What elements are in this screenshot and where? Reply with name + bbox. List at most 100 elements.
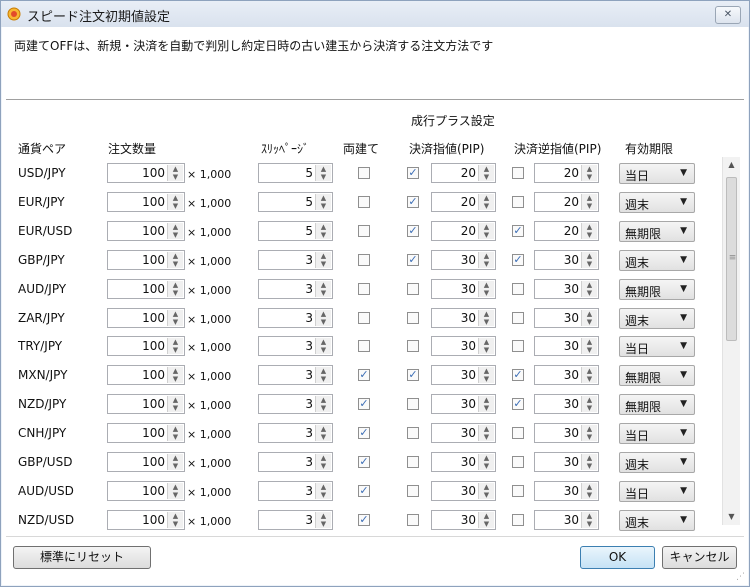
quantity-stepper[interactable]: 100 ▲ ▼ <box>107 394 185 414</box>
spinner-arrows-icon[interactable]: ▲ ▼ <box>167 454 183 470</box>
quantity-stepper[interactable]: 100 ▲ ▼ <box>107 163 185 183</box>
spinner-arrows-icon[interactable]: ▲ ▼ <box>478 194 494 210</box>
expiry-select[interactable]: 週末 ▼ <box>619 510 695 531</box>
stop-checkbox[interactable]: ✓ <box>512 254 524 266</box>
limit-pips-stepper[interactable]: 20 ▲ ▼ <box>431 163 496 183</box>
limit-pips-stepper[interactable]: 30 ▲ ▼ <box>431 279 496 299</box>
quantity-stepper[interactable]: 100 ▲ ▼ <box>107 192 185 212</box>
slippage-stepper[interactable]: 3 ▲ ▼ <box>258 308 333 328</box>
limit-checkbox[interactable] <box>407 312 419 324</box>
limit-pips-stepper[interactable]: 20 ▲ ▼ <box>431 192 496 212</box>
spinner-arrows-icon[interactable]: ▲ ▼ <box>581 338 597 354</box>
spinner-arrows-icon[interactable]: ▲ ▼ <box>315 338 331 354</box>
hedge-checkbox[interactable]: ✓ <box>358 369 370 381</box>
stop-checkbox[interactable] <box>512 514 524 526</box>
stop-checkbox[interactable]: ✓ <box>512 225 524 237</box>
spinner-arrows-icon[interactable]: ▲ ▼ <box>581 483 597 499</box>
spinner-arrows-icon[interactable]: ▲ ▼ <box>167 223 183 239</box>
vertical-scrollbar[interactable]: ▲ ≡ ▼ <box>722 157 740 525</box>
limit-checkbox[interactable]: ✓ <box>407 254 419 266</box>
hedge-checkbox[interactable]: ✓ <box>358 398 370 410</box>
spinner-arrows-icon[interactable]: ▲ ▼ <box>315 165 331 181</box>
resize-grip-icon[interactable]: ⋰ <box>736 572 745 582</box>
spinner-arrows-icon[interactable]: ▲ ▼ <box>478 310 494 326</box>
spinner-arrows-icon[interactable]: ▲ ▼ <box>315 281 331 297</box>
spinner-arrows-icon[interactable]: ▲ ▼ <box>167 194 183 210</box>
limit-checkbox[interactable]: ✓ <box>407 225 419 237</box>
slippage-stepper[interactable]: 3 ▲ ▼ <box>258 481 333 501</box>
hedge-checkbox[interactable] <box>358 196 370 208</box>
spinner-arrows-icon[interactable]: ▲ ▼ <box>581 194 597 210</box>
slippage-stepper[interactable]: 3 ▲ ▼ <box>258 279 333 299</box>
stop-checkbox[interactable]: ✓ <box>512 369 524 381</box>
limit-pips-stepper[interactable]: 30 ▲ ▼ <box>431 394 496 414</box>
spinner-arrows-icon[interactable]: ▲ ▼ <box>315 367 331 383</box>
spinner-arrows-icon[interactable]: ▲ ▼ <box>478 338 494 354</box>
spinner-arrows-icon[interactable]: ▲ ▼ <box>581 281 597 297</box>
cancel-button[interactable]: キャンセル <box>662 546 737 569</box>
stop-checkbox[interactable] <box>512 196 524 208</box>
scroll-up-arrow-icon[interactable]: ▲ <box>723 157 740 173</box>
limit-checkbox[interactable] <box>407 283 419 295</box>
spinner-arrows-icon[interactable]: ▲ ▼ <box>167 338 183 354</box>
expiry-select[interactable]: 無期限 ▼ <box>619 365 695 386</box>
spinner-arrows-icon[interactable]: ▲ ▼ <box>478 483 494 499</box>
spinner-arrows-icon[interactable]: ▲ ▼ <box>581 310 597 326</box>
expiry-select[interactable]: 無期限 ▼ <box>619 221 695 242</box>
slippage-stepper[interactable]: 3 ▲ ▼ <box>258 336 333 356</box>
expiry-select[interactable]: 無期限 ▼ <box>619 394 695 415</box>
limit-pips-stepper[interactable]: 20 ▲ ▼ <box>431 221 496 241</box>
spinner-arrows-icon[interactable]: ▲ ▼ <box>167 165 183 181</box>
slippage-stepper[interactable]: 3 ▲ ▼ <box>258 250 333 270</box>
limit-pips-stepper[interactable]: 30 ▲ ▼ <box>431 336 496 356</box>
expiry-select[interactable]: 当日 ▼ <box>619 336 695 357</box>
hedge-checkbox[interactable]: ✓ <box>358 456 370 468</box>
stop-pips-stepper[interactable]: 30 ▲ ▼ <box>534 481 599 501</box>
spinner-arrows-icon[interactable]: ▲ ▼ <box>478 512 494 528</box>
spinner-arrows-icon[interactable]: ▲ ▼ <box>315 252 331 268</box>
stop-pips-stepper[interactable]: 30 ▲ ▼ <box>534 394 599 414</box>
stop-pips-stepper[interactable]: 30 ▲ ▼ <box>534 279 599 299</box>
stop-checkbox[interactable] <box>512 312 524 324</box>
expiry-select[interactable]: 無期限 ▼ <box>619 279 695 300</box>
spinner-arrows-icon[interactable]: ▲ ▼ <box>315 194 331 210</box>
limit-checkbox[interactable] <box>407 398 419 410</box>
stop-checkbox[interactable] <box>512 456 524 468</box>
expiry-select[interactable]: 当日 ▼ <box>619 481 695 502</box>
stop-checkbox[interactable] <box>512 485 524 497</box>
spinner-arrows-icon[interactable]: ▲ ▼ <box>167 512 183 528</box>
expiry-select[interactable]: 週末 ▼ <box>619 452 695 473</box>
slippage-stepper[interactable]: 3 ▲ ▼ <box>258 423 333 443</box>
quantity-stepper[interactable]: 100 ▲ ▼ <box>107 308 185 328</box>
expiry-select[interactable]: 当日 ▼ <box>619 163 695 184</box>
spinner-arrows-icon[interactable]: ▲ ▼ <box>315 223 331 239</box>
hedge-checkbox[interactable] <box>358 340 370 352</box>
spinner-arrows-icon[interactable]: ▲ ▼ <box>581 165 597 181</box>
stop-checkbox[interactable] <box>512 427 524 439</box>
hedge-checkbox[interactable] <box>358 167 370 179</box>
spinner-arrows-icon[interactable]: ▲ ▼ <box>167 367 183 383</box>
spinner-arrows-icon[interactable]: ▲ ▼ <box>478 367 494 383</box>
spinner-arrows-icon[interactable]: ▲ ▼ <box>478 396 494 412</box>
spinner-arrows-icon[interactable]: ▲ ▼ <box>315 454 331 470</box>
stop-pips-stepper[interactable]: 30 ▲ ▼ <box>534 452 599 472</box>
limit-checkbox[interactable] <box>407 514 419 526</box>
expiry-select[interactable]: 週末 ▼ <box>619 192 695 213</box>
limit-checkbox[interactable] <box>407 485 419 497</box>
limit-checkbox[interactable] <box>407 427 419 439</box>
limit-checkbox[interactable]: ✓ <box>407 196 419 208</box>
stop-pips-stepper[interactable]: 30 ▲ ▼ <box>534 308 599 328</box>
spinner-arrows-icon[interactable]: ▲ ▼ <box>315 396 331 412</box>
limit-pips-stepper[interactable]: 30 ▲ ▼ <box>431 308 496 328</box>
stop-pips-stepper[interactable]: 30 ▲ ▼ <box>534 250 599 270</box>
spinner-arrows-icon[interactable]: ▲ ▼ <box>167 310 183 326</box>
spinner-arrows-icon[interactable]: ▲ ▼ <box>167 425 183 441</box>
hedge-checkbox[interactable] <box>358 312 370 324</box>
spinner-arrows-icon[interactable]: ▲ ▼ <box>167 396 183 412</box>
expiry-select[interactable]: 週末 ▼ <box>619 308 695 329</box>
spinner-arrows-icon[interactable]: ▲ ▼ <box>581 512 597 528</box>
hedge-checkbox[interactable] <box>358 283 370 295</box>
close-button[interactable]: ✕ <box>715 6 741 24</box>
spinner-arrows-icon[interactable]: ▲ ▼ <box>478 425 494 441</box>
limit-checkbox[interactable]: ✓ <box>407 369 419 381</box>
